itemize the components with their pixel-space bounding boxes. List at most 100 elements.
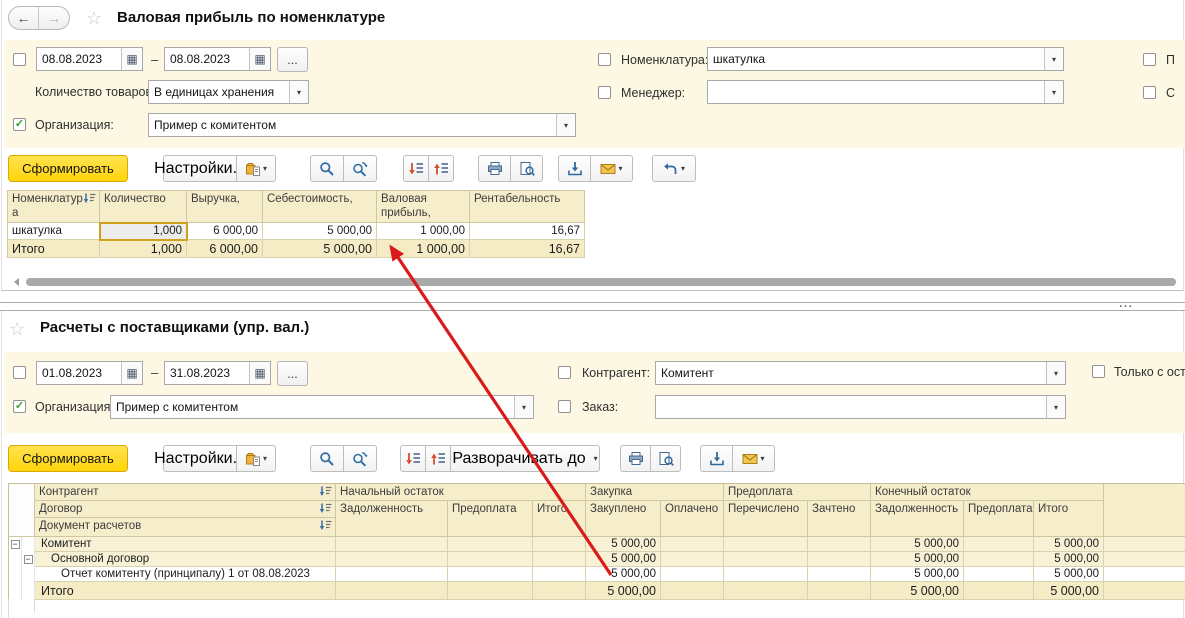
cell[interactable] xyxy=(808,567,871,582)
forward-button[interactable]: → xyxy=(39,7,69,29)
nomenclature-checkbox[interactable] xyxy=(598,53,611,66)
row-label[interactable]: Основной договор xyxy=(35,552,336,567)
cell[interactable] xyxy=(661,537,724,552)
cell-closing-debt[interactable]: 5 000,00 xyxy=(871,582,964,600)
report-variants-button[interactable]: ▾ xyxy=(236,445,276,472)
report2-organization-combo[interactable]: Пример с комитентом xyxy=(110,395,534,419)
cell[interactable] xyxy=(336,552,448,567)
report1-organization-combo[interactable]: Пример с комитентом xyxy=(148,113,576,137)
cell[interactable] xyxy=(964,552,1034,567)
horizontal-scrollbar-thumb[interactable] xyxy=(26,278,1176,286)
cell[interactable] xyxy=(724,537,808,552)
cell[interactable] xyxy=(724,552,808,567)
column-header-nomenclature[interactable]: Номенклатура xyxy=(8,191,100,223)
calendar-icon[interactable] xyxy=(121,48,142,70)
only-remainder-checkbox[interactable] xyxy=(1092,365,1105,378)
expand-all-button[interactable] xyxy=(403,155,429,182)
collapse-node-icon[interactable]: − xyxy=(24,555,33,564)
cell-purchased[interactable]: 5 000,00 xyxy=(586,582,661,600)
total-cost[interactable]: 5 000,00 xyxy=(263,240,377,258)
print-preview-button[interactable] xyxy=(650,445,681,472)
cell-nomenclature[interactable]: шкатулка xyxy=(8,223,100,240)
cell[interactable] xyxy=(533,567,586,582)
expand-to-button[interactable]: Разворачивать до ▾ xyxy=(450,445,600,472)
contragent-combo[interactable]: Комитент xyxy=(655,361,1066,385)
report-variants-button[interactable]: ▾ xyxy=(236,155,276,182)
chevron-down-icon[interactable] xyxy=(1046,362,1065,384)
contragent-checkbox[interactable] xyxy=(558,366,571,379)
column-header-cost[interactable]: Себестоимость, xyxy=(263,191,377,223)
column-header-settlement-doc[interactable]: Документ расчетов xyxy=(35,518,336,537)
nomenclature-combo[interactable]: шкатулка xyxy=(707,47,1064,71)
chevron-down-icon[interactable] xyxy=(1044,81,1063,103)
calendar-icon[interactable] xyxy=(249,362,270,384)
cell[interactable] xyxy=(661,552,724,567)
cell-margin[interactable]: 16,67 xyxy=(470,223,585,240)
print-button[interactable] xyxy=(478,155,511,182)
revert-settings-button[interactable]: ▾ xyxy=(652,155,696,182)
report2-date-from[interactable]: 01.08.2023 xyxy=(36,361,143,385)
cell[interactable] xyxy=(724,582,808,600)
column-header-contragent[interactable]: Контрагент xyxy=(35,484,336,501)
settings-button[interactable]: Настройки... xyxy=(163,155,237,182)
search-button[interactable] xyxy=(310,155,344,182)
chevron-down-icon[interactable] xyxy=(1044,48,1063,70)
save-button[interactable] xyxy=(558,155,591,182)
back-button[interactable]: ← xyxy=(9,7,39,29)
expand-all-button[interactable] xyxy=(400,445,426,472)
manager-checkbox[interactable] xyxy=(598,86,611,99)
table-row[interactable]: − Основной договор 5 000,00 5 000,00 5 0… xyxy=(9,552,1185,567)
cell[interactable] xyxy=(533,582,586,600)
search-next-button[interactable] xyxy=(343,155,377,182)
search-next-button[interactable] xyxy=(343,445,377,472)
cell[interactable] xyxy=(808,582,871,600)
cell[interactable] xyxy=(448,537,533,552)
cell-closing-total[interactable]: 5 000,00 xyxy=(1034,567,1104,582)
total-row[interactable]: Итого 5 000,00 5 000,00 5 000,00 xyxy=(9,582,1185,600)
total-label[interactable]: Итого xyxy=(8,240,100,258)
cell[interactable] xyxy=(964,537,1034,552)
save-button[interactable] xyxy=(700,445,733,472)
collapse-node-icon[interactable]: − xyxy=(11,540,20,549)
column-header-revenue[interactable]: Выручка, xyxy=(187,191,263,223)
cell[interactable] xyxy=(661,582,724,600)
cell-closing-total[interactable]: 5 000,00 xyxy=(1034,552,1104,567)
table-row[interactable]: Отчет комитенту (принципалу) 1 от 08.08.… xyxy=(9,567,1185,582)
chevron-down-icon[interactable] xyxy=(1046,396,1065,418)
clipped-checkbox-top[interactable] xyxy=(1143,53,1156,66)
column-header-margin[interactable]: Рентабельность xyxy=(470,191,585,223)
cell[interactable] xyxy=(533,552,586,567)
report1-date-to[interactable]: 08.08.2023 xyxy=(164,47,271,71)
column-header-quantity[interactable]: Количество xyxy=(100,191,187,223)
cell[interactable] xyxy=(336,567,448,582)
cell[interactable] xyxy=(964,582,1034,600)
order-combo[interactable] xyxy=(655,395,1066,419)
cell-revenue[interactable]: 6 000,00 xyxy=(187,223,263,240)
order-checkbox[interactable] xyxy=(558,400,571,413)
report2-period-more-button[interactable]: ... xyxy=(277,361,308,386)
cell-closing-total[interactable]: 5 000,00 xyxy=(1034,537,1104,552)
cell[interactable] xyxy=(336,537,448,552)
send-mail-button[interactable]: ▾ xyxy=(590,155,633,182)
print-button[interactable] xyxy=(620,445,651,472)
total-profit[interactable]: 1 000,00 xyxy=(377,240,470,258)
cell-closing-debt[interactable]: 5 000,00 xyxy=(871,552,964,567)
quantity-combo[interactable]: В единицах хранения xyxy=(148,80,309,104)
cell-closing-debt[interactable]: 5 000,00 xyxy=(871,537,964,552)
row-label[interactable]: Комитент xyxy=(35,537,336,552)
report1-organization-checkbox[interactable] xyxy=(13,118,26,131)
column-header-contract[interactable]: Договор xyxy=(35,501,336,518)
report2-generate-button[interactable]: Сформировать xyxy=(8,445,128,472)
cell-closing-debt[interactable]: 5 000,00 xyxy=(871,567,964,582)
calendar-icon[interactable] xyxy=(249,48,270,70)
cell[interactable] xyxy=(964,567,1034,582)
report1-generate-button[interactable]: Сформировать xyxy=(8,155,128,182)
cell[interactable] xyxy=(336,582,448,600)
cell-purchased[interactable]: 5 000,00 xyxy=(586,537,661,552)
send-mail-button[interactable]: ▾ xyxy=(732,445,775,472)
total-revenue[interactable]: 6 000,00 xyxy=(187,240,263,258)
cell-quantity-selected[interactable]: 1,000 xyxy=(100,223,187,240)
scrollbar-left-arrow[interactable] xyxy=(14,278,19,286)
report1-period-checkbox[interactable] xyxy=(13,53,26,66)
table-row[interactable]: − Комитент 5 000,00 5 000,00 5 000,00 xyxy=(9,537,1185,552)
